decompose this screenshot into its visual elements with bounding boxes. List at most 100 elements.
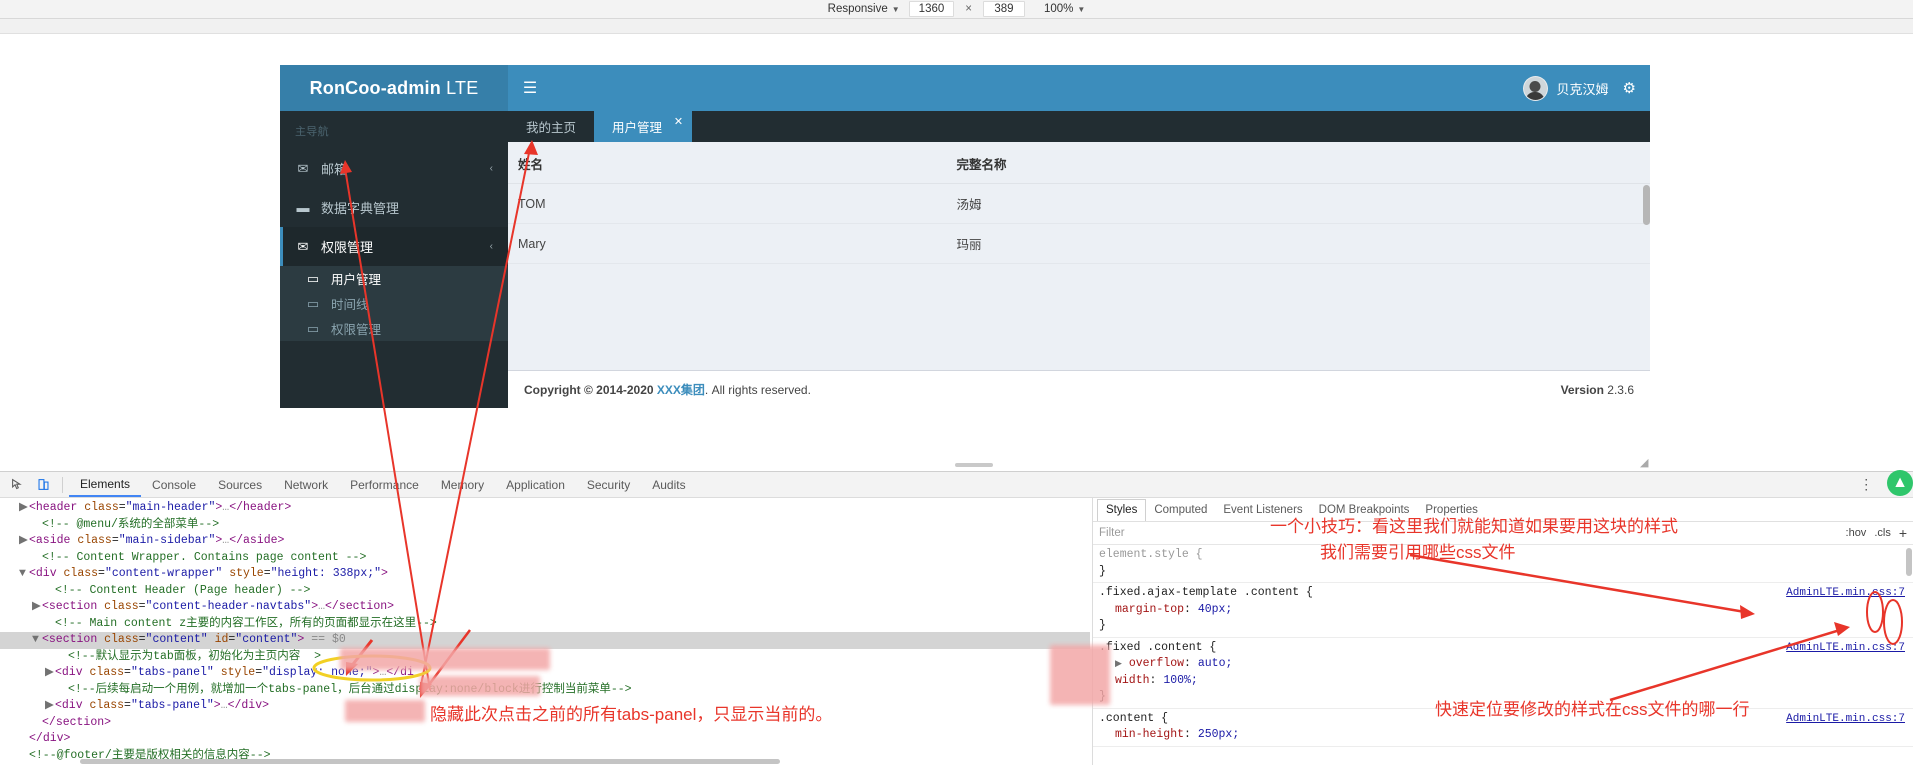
dom-horizontal-scrollbar[interactable] [0, 759, 1090, 764]
dom-tree-line[interactable]: <!--后续每启动一个用例，就增加一个tabs-panel，后台通过displa… [0, 682, 1090, 699]
css-declaration[interactable]: margin-top: 40px; [1099, 602, 1913, 619]
company-link[interactable]: XXX集团 [657, 383, 705, 397]
disclosure-triangle-icon[interactable]: ▶ [19, 500, 29, 517]
sidebar-subitem-timeline[interactable]: ▭ 时间线 [280, 291, 508, 316]
inspect-element-icon[interactable] [4, 473, 30, 497]
css-rule[interactable]: .content {min-height: 250px; AdminLTE.min… [1093, 709, 1913, 747]
dom-tree-line[interactable]: ▶<div class="tabs-panel" style="display:… [0, 665, 1090, 682]
css-rule[interactable]: .fixed .content {▶ overflow: auto; width:… [1093, 638, 1913, 709]
disclosure-triangle-icon[interactable] [32, 550, 42, 567]
user-name-label: 贝克汉姆 [1556, 81, 1609, 97]
styles-tab-styles[interactable]: Styles [1097, 498, 1147, 521]
sidebar-item-mail[interactable]: ✉ 邮箱 ‹ [280, 149, 508, 188]
table-row[interactable]: TOM 汤姆 [508, 183, 1650, 224]
expand-icon[interactable]: ▶ [1115, 659, 1122, 669]
dom-tree-line[interactable]: </section> [0, 715, 1090, 732]
dom-tree-line[interactable]: <!--默认显示为tab面板，初始化为主页内容 > [0, 649, 1090, 666]
sidebar-toggle-button[interactable]: ☰ [508, 65, 552, 111]
disclosure-triangle-icon[interactable]: ▶ [19, 533, 29, 550]
devtools-tab-security[interactable]: Security [576, 473, 641, 497]
table-row[interactable]: Mary 玛丽 [508, 223, 1650, 264]
devtools-tab-console[interactable]: Console [141, 473, 207, 497]
css-declaration[interactable]: width: 100%; [1099, 673, 1913, 690]
devtools-tab-sources[interactable]: Sources [207, 473, 273, 497]
disclosure-triangle-icon[interactable] [32, 517, 42, 534]
sidebar-subitem-permissions[interactable]: ▭ 权限管理 [280, 316, 508, 341]
close-icon[interactable]: ✕ [674, 115, 683, 128]
dom-tree-line[interactable]: ▶<header class="main-header">…</header> [0, 500, 1090, 517]
css-source-link[interactable]: AdminLTE.min.css:7 [1786, 585, 1905, 602]
devtools-tab-memory[interactable]: Memory [430, 473, 495, 497]
app-logo[interactable]: RonCoo-admin LTE [280, 65, 508, 111]
dom-tree-line[interactable]: </div> [0, 731, 1090, 748]
devtools-tab-network[interactable]: Network [273, 473, 339, 497]
css-rule[interactable]: element.style {} [1093, 545, 1913, 583]
styles-tab-computed[interactable]: Computed [1146, 499, 1215, 521]
css-selector[interactable]: element.style { [1099, 547, 1913, 564]
sidebar-subitem-user-management[interactable]: ▭ 用户管理 [280, 266, 508, 291]
disclosure-triangle-icon[interactable]: ▶ [45, 665, 55, 682]
viewport-height-input[interactable]: 389 [982, 1, 1025, 17]
dom-tree-line[interactable]: ▶<aside class="main-sidebar">…</aside> [0, 533, 1090, 550]
css-source-link[interactable]: AdminLTE.min.css:7 [1786, 640, 1905, 657]
devtools-tab-audits[interactable]: Audits [641, 473, 696, 497]
disclosure-triangle-icon[interactable] [19, 731, 29, 748]
css-source-link[interactable]: AdminLTE.min.css:7 [1786, 711, 1905, 728]
disclosure-triangle-icon[interactable]: ▼ [32, 632, 42, 649]
viewport-resize-corner[interactable]: ◢ [1640, 456, 1652, 469]
zoom-selector[interactable]: 100% ▼ [1044, 3, 1085, 15]
styles-tab-event-listeners[interactable]: Event Listeners [1215, 499, 1310, 521]
content-wrapper: 我的主页 用户管理 ✕ 姓名 完整名称 TOM 汤姆 Mary 玛丽 Copyr… [508, 111, 1650, 408]
device-selector[interactable]: Responsive ▼ [828, 3, 900, 15]
devtools-tab-performance[interactable]: Performance [339, 473, 430, 497]
dom-tree-line[interactable]: <!-- Content Wrapper. Contains page cont… [0, 550, 1090, 567]
dom-tree-line[interactable]: <!-- @menu/系统的全部菜单--> [0, 517, 1090, 534]
dom-tree-line[interactable]: ▶<div class="tabs-panel">…</div> [0, 698, 1090, 715]
disclosure-triangle-icon[interactable]: ▶ [45, 698, 55, 715]
disclosure-triangle-icon[interactable]: ▶ [32, 599, 42, 616]
styles-rules-list[interactable]: element.style {} .fixed.ajax-template .co… [1093, 545, 1913, 760]
sidebar-item-permissions[interactable]: ✉ 权限管理 ‹ [280, 227, 508, 266]
dom-tree-line[interactable]: ▼ <section class="content" id="content"> … [0, 632, 1090, 649]
devtools-more-icon[interactable]: ⋮ [1853, 476, 1879, 493]
disclosure-triangle-icon[interactable] [45, 616, 55, 633]
disclosure-triangle-icon[interactable] [58, 682, 68, 699]
dom-tree-line[interactable]: <!-- Main content z主要的内容工作区，所有的页面都显示在这里-… [0, 616, 1090, 633]
gear-icon[interactable]: ⚙ [1623, 81, 1636, 96]
dom-tree-line[interactable]: <!-- Content Header (Page header) --> [0, 583, 1090, 600]
css-declaration[interactable]: ▶ overflow: auto; [1099, 656, 1913, 673]
css-rule[interactable]: .fixed.ajax-template .content {margin-to… [1093, 583, 1913, 638]
devtools-tab-elements[interactable]: Elements [69, 473, 142, 497]
css-declaration[interactable]: min-height: 250px; [1099, 727, 1913, 744]
devtools-tab-application[interactable]: Application [495, 473, 576, 497]
css-property-value[interactable]: 250px; [1198, 728, 1239, 741]
dom-tree-pane[interactable]: ▶<header class="main-header">…</header> … [0, 498, 1090, 765]
tab-home[interactable]: 我的主页 [508, 111, 594, 142]
user-menu[interactable]: 贝克汉姆 [1522, 75, 1609, 101]
styles-cls-button[interactable]: .cls [1874, 527, 1891, 539]
css-property-value[interactable]: 100%; [1163, 674, 1198, 687]
devtools-close-icon[interactable]: ✕ [1881, 476, 1905, 493]
dom-tree-line[interactable]: ▼ <div class="content-wrapper" style="hei… [0, 566, 1090, 583]
styles-tab-properties[interactable]: Properties [1417, 499, 1485, 521]
disclosure-triangle-icon[interactable] [45, 583, 55, 600]
css-property-value[interactable]: auto; [1198, 657, 1233, 670]
toggle-device-toolbar-icon[interactable] [30, 473, 56, 497]
viewport-width-input[interactable]: 1360 [908, 1, 955, 17]
styles-filter-input[interactable]: Filter [1099, 527, 1838, 539]
css-property-value[interactable]: 40px; [1198, 603, 1233, 616]
styles-hov-button[interactable]: :hov [1846, 527, 1867, 539]
disclosure-triangle-icon[interactable]: ▼ [19, 566, 29, 583]
app-scrollbar[interactable] [1643, 185, 1650, 225]
sidebar-item-dictionary[interactable]: ▬ 数据字典管理 [280, 188, 508, 227]
styles-new-rule-button[interactable]: + [1899, 525, 1907, 541]
tab-user-management[interactable]: 用户管理 ✕ [594, 111, 693, 142]
viewport-resize-handle[interactable] [955, 463, 993, 467]
dom-tree-line[interactable]: ▶<section class="content-header-navtabs"… [0, 599, 1090, 616]
styles-tab-dom-breakpoints[interactable]: DOM Breakpoints [1311, 499, 1418, 521]
disclosure-triangle-icon[interactable] [32, 715, 42, 732]
disclosure-triangle-icon[interactable] [58, 649, 68, 666]
sidebar-submenu: ▭ 用户管理 ▭ 时间线 ▭ 权限管理 [280, 266, 508, 341]
styles-scrollbar[interactable] [1906, 548, 1912, 576]
circle-icon: ▭ [306, 320, 320, 336]
